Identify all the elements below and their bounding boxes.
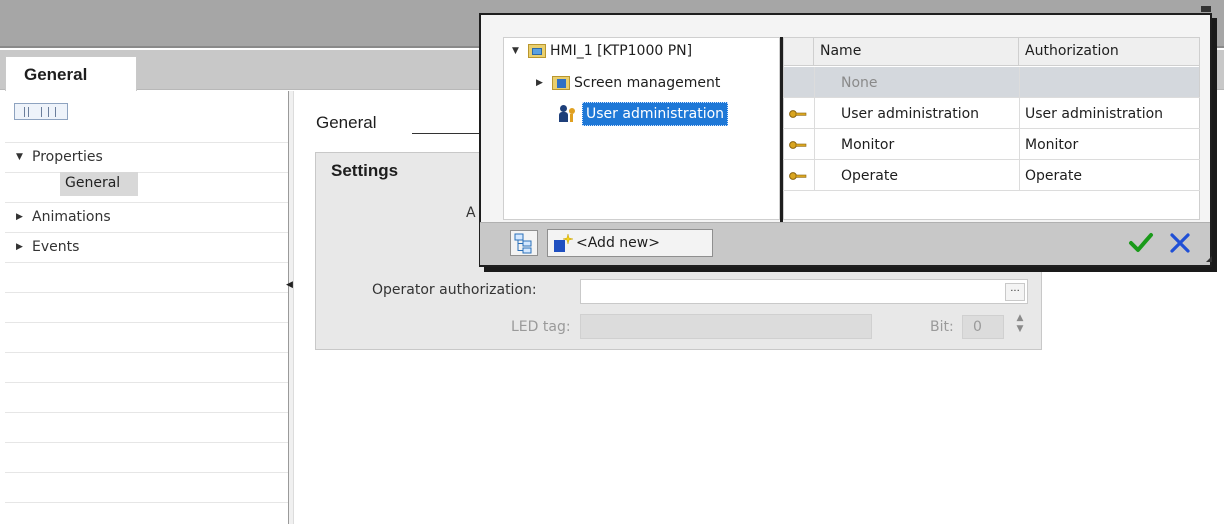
row-divider — [5, 142, 288, 143]
popup-tree-screen-management-label: Screen management — [574, 75, 721, 91]
table-cell-name[interactable]: Monitor — [841, 137, 894, 153]
operator-authorization-field[interactable] — [580, 279, 1028, 304]
row-divider — [5, 172, 288, 173]
bit-field[interactable]: 0 — [962, 315, 1004, 339]
add-new-button[interactable]: <Add new> — [547, 229, 713, 257]
popup-tree-user-administration[interactable]: User administration — [582, 102, 729, 126]
key-icon — [789, 141, 807, 149]
collapsed-arrow-icon: ▶ — [16, 212, 23, 222]
table-cell-name[interactable]: None — [841, 75, 878, 91]
table-cell-authorization[interactable]: Operate — [1025, 168, 1082, 184]
table-cell-authorization[interactable]: User administration — [1025, 106, 1163, 122]
panel-splitter[interactable] — [288, 91, 294, 524]
users-icon — [558, 104, 578, 124]
add-new-label: <Add new> — [576, 235, 660, 251]
tree-view-button[interactable] — [510, 230, 538, 256]
tree-properties[interactable]: ▼ Properties — [16, 146, 103, 168]
operator-authorization-label: Operator authorization: — [372, 282, 537, 298]
settings-title: Settings — [331, 161, 399, 180]
tree-view-icon — [514, 233, 532, 254]
column-divider — [814, 67, 815, 191]
row-divider — [5, 232, 288, 233]
tree-events-label: Events — [32, 239, 80, 255]
popup-tree-screen-management[interactable]: ▶ Screen management — [536, 72, 720, 94]
hmi-folder-icon — [528, 44, 546, 58]
collapsed-arrow-icon: ▶ — [536, 78, 543, 88]
led-tag-field[interactable] — [580, 314, 872, 339]
row-divider — [5, 442, 288, 443]
row-divider — [5, 472, 288, 473]
collapse-arrow-icon[interactable]: ◀ — [286, 280, 293, 290]
tree-events[interactable]: ▶ Events — [16, 236, 79, 258]
resize-grip-icon[interactable] — [1206, 256, 1212, 262]
key-icon — [789, 110, 807, 118]
tree-animations[interactable]: ▶ Animations — [16, 206, 111, 228]
table-cell-name[interactable]: User administration — [841, 106, 979, 122]
row-divider — [5, 352, 288, 353]
row-divider — [5, 202, 288, 203]
row-divider — [783, 159, 1200, 160]
key-icon — [789, 172, 807, 180]
row-divider — [5, 322, 288, 323]
row-divider — [5, 382, 288, 383]
popup-tree-root-label: HMI_1 [KTP1000 PN] — [550, 43, 693, 59]
tree-properties-label: Properties — [32, 149, 103, 165]
screen-folder-icon — [552, 76, 570, 90]
column-divider — [1019, 67, 1020, 191]
header-name[interactable]: Name — [814, 38, 1019, 66]
expanded-arrow-icon: ▼ — [16, 152, 23, 162]
browse-button[interactable]: ... — [1005, 283, 1025, 301]
row-divider — [783, 190, 1200, 191]
table-cell-authorization[interactable]: Monitor — [1025, 137, 1078, 153]
row-divider — [783, 97, 1200, 98]
confirm-check-icon[interactable] — [1126, 229, 1156, 257]
bit-spinner[interactable]: ▲ ▼ — [1010, 313, 1030, 339]
cancel-x-icon[interactable] — [1165, 229, 1195, 257]
bit-label: Bit: — [930, 319, 954, 335]
hidden-field-label: A — [466, 205, 476, 221]
collapsed-arrow-icon: ▶ — [16, 242, 23, 252]
expanded-arrow-icon: ▼ — [512, 46, 519, 56]
header-authorization[interactable]: Authorization — [1019, 38, 1199, 66]
section-rule — [412, 133, 482, 134]
popup-tree-root[interactable]: ▼ HMI_1 [KTP1000 PN] — [512, 40, 692, 62]
view-toggle-icon[interactable] — [14, 103, 68, 120]
popup-tree-pane — [503, 37, 780, 220]
tree-animations-label: Animations — [32, 209, 111, 225]
popup-grip-top — [1201, 6, 1211, 12]
row-divider — [783, 128, 1200, 129]
led-tag-label: LED tag: — [511, 319, 571, 335]
table-icon-header — [784, 38, 814, 66]
row-divider — [5, 502, 288, 503]
section-title: General — [316, 113, 377, 132]
tree-general[interactable]: General — [60, 172, 138, 196]
table-cell-name[interactable]: Operate — [841, 168, 898, 184]
row-divider — [5, 412, 288, 413]
row-divider — [5, 292, 288, 293]
tab-general[interactable]: General — [5, 56, 137, 91]
row-divider — [5, 262, 288, 263]
add-user-icon — [554, 233, 574, 252]
